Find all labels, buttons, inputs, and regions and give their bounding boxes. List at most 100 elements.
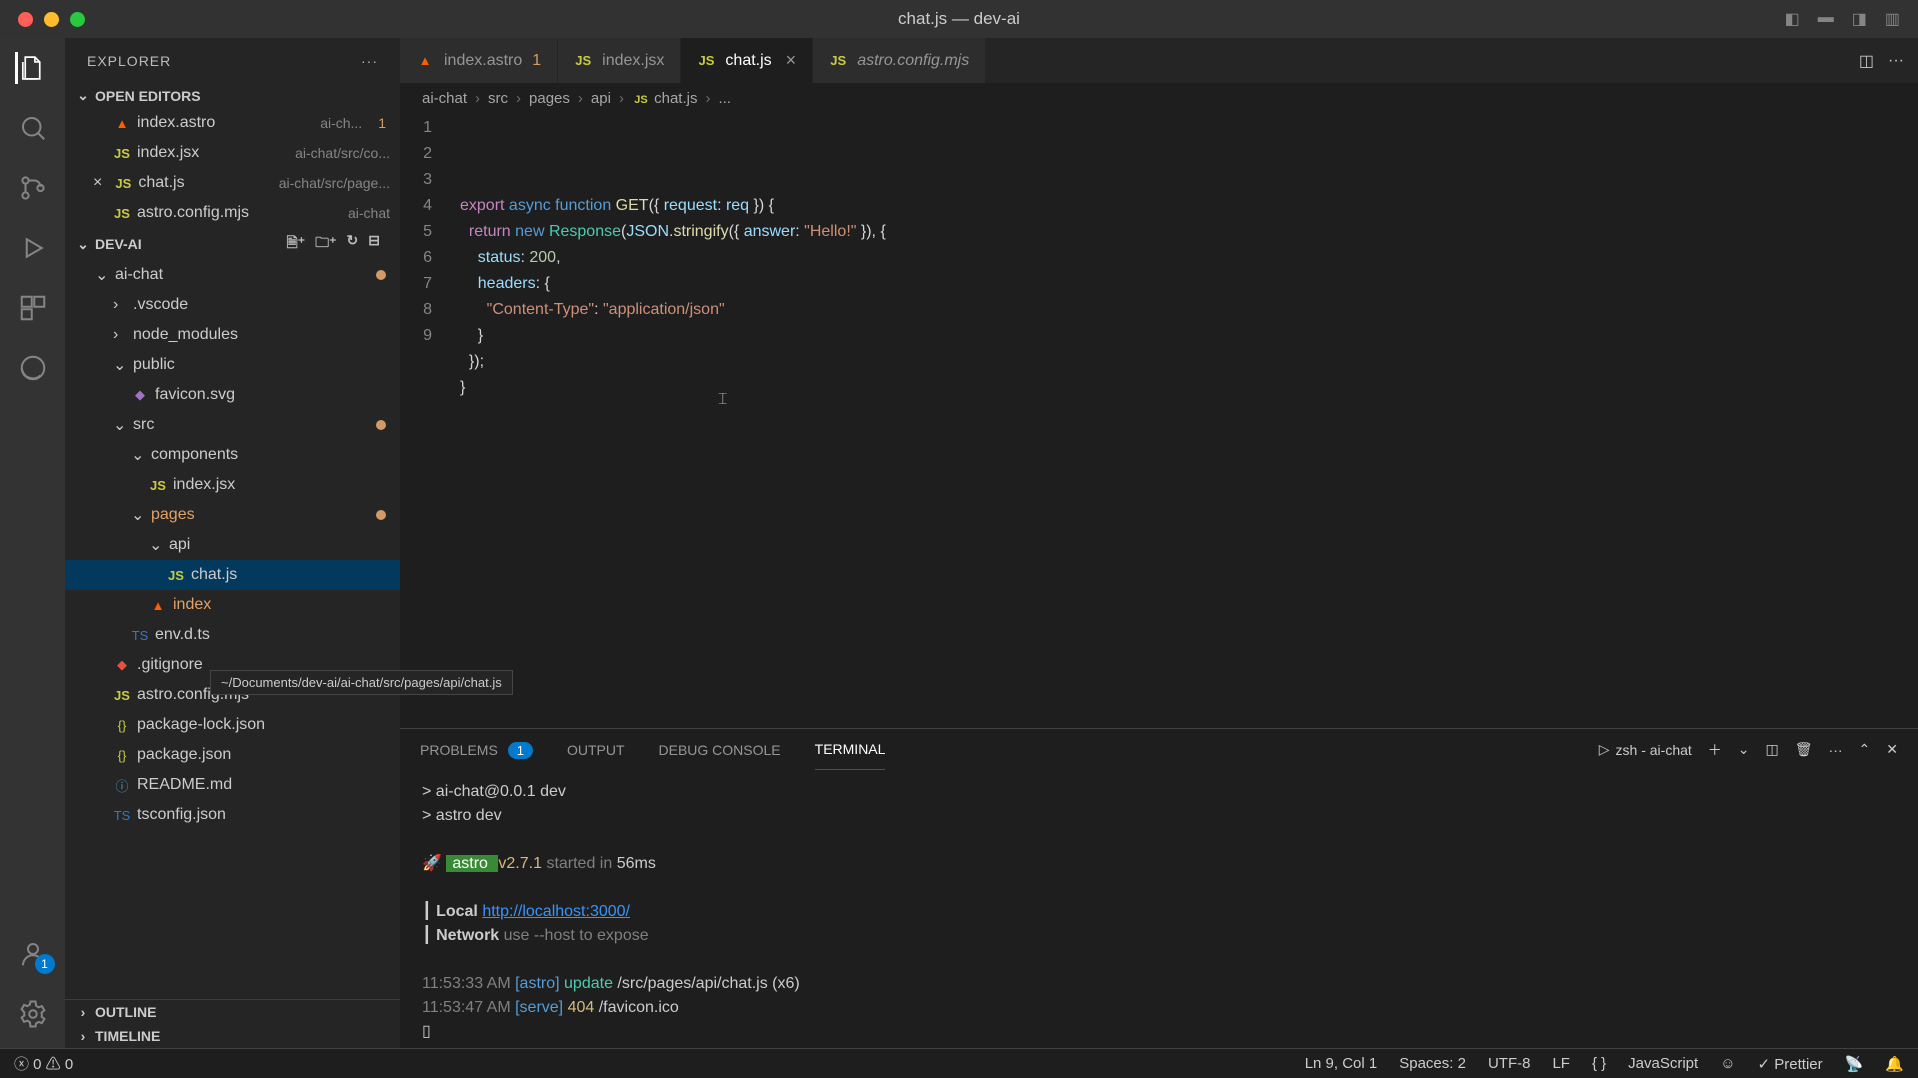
folder-item[interactable]: ⌄components bbox=[65, 440, 400, 470]
close-editor-icon[interactable]: × bbox=[93, 174, 102, 192]
new-folder-icon[interactable]: 🗀⁺ bbox=[315, 232, 336, 256]
folder-item[interactable]: ›node_modules bbox=[65, 320, 400, 350]
status-indent[interactable]: Spaces: 2 bbox=[1399, 1055, 1466, 1072]
code-content[interactable]: ⌶ export async function GET({ request: r… bbox=[460, 115, 1918, 728]
new-terminal-icon[interactable]: ＋ bbox=[1708, 740, 1722, 760]
extensions-icon[interactable] bbox=[17, 292, 49, 324]
breadcrumb-item[interactable]: ai-chat bbox=[422, 90, 467, 107]
breadcrumb-item[interactable]: ... bbox=[718, 90, 731, 107]
text-cursor-icon: ⌶ bbox=[718, 387, 728, 413]
search-view-icon[interactable] bbox=[17, 112, 49, 144]
code-line[interactable]: "Content-Type": "application/json" bbox=[460, 297, 1918, 323]
file-item[interactable]: TStsconfig.json bbox=[65, 800, 400, 830]
file-path: ai-chat/src/page... bbox=[279, 175, 390, 191]
open-editor-item[interactable]: ▲index.astroai-ch...1 bbox=[65, 108, 400, 138]
terminal-dropdown-icon[interactable]: ⌄ bbox=[1738, 741, 1750, 758]
close-panel-icon[interactable]: ✕ bbox=[1886, 741, 1898, 758]
file-item[interactable]: JSindex.jsx bbox=[65, 470, 400, 500]
breadcrumb[interactable]: ai-chat›src›pages›api›JS chat.js›... bbox=[400, 83, 1918, 113]
code-line[interactable]: status: 200, bbox=[460, 245, 1918, 271]
close-tab-icon[interactable]: × bbox=[786, 50, 797, 71]
code-line[interactable]: return new Response(JSON.stringify({ ans… bbox=[460, 219, 1918, 245]
close-window[interactable] bbox=[18, 12, 33, 27]
code-editor[interactable]: 123456789 ⌶ export async function GET({ … bbox=[400, 113, 1918, 728]
editor-tab[interactable]: ▲index.astro1 bbox=[400, 38, 558, 83]
terminal-picker[interactable]: ▷ zsh - ai-chat bbox=[1599, 741, 1692, 758]
collapse-icon[interactable]: ⊟ bbox=[368, 232, 380, 256]
item-name: README.md bbox=[137, 776, 400, 794]
toggle-secondary-side-icon[interactable]: ◨ bbox=[1852, 9, 1867, 29]
file-item[interactable]: ▲index bbox=[65, 590, 400, 620]
code-line[interactable]: export async function GET({ request: req… bbox=[460, 193, 1918, 219]
status-braces-icon[interactable]: { } bbox=[1592, 1055, 1606, 1072]
timeline-header[interactable]: › TIMELINE bbox=[65, 1024, 400, 1048]
edge-icon[interactable] bbox=[17, 352, 49, 384]
toggle-primary-side-icon[interactable]: ◧ bbox=[1785, 9, 1800, 29]
maximize-panel-icon[interactable]: ⌃ bbox=[1859, 741, 1871, 758]
breadcrumb-item[interactable]: api bbox=[591, 90, 611, 107]
file-item[interactable]: ⓘREADME.md bbox=[65, 770, 400, 800]
breadcrumb-item[interactable]: pages bbox=[529, 90, 570, 107]
new-file-icon[interactable]: 🗎⁺ bbox=[286, 232, 305, 256]
output-tab[interactable]: OUTPUT bbox=[567, 730, 625, 770]
status-cursor[interactable]: Ln 9, Col 1 bbox=[1305, 1055, 1378, 1072]
status-bell-icon[interactable]: 🔔 bbox=[1885, 1055, 1904, 1073]
breadcrumb-item[interactable]: src bbox=[488, 90, 508, 107]
folder-item[interactable]: ⌄src bbox=[65, 410, 400, 440]
sidebar-more-icon[interactable]: ··· bbox=[361, 53, 378, 69]
folder-item[interactable]: ›.vscode bbox=[65, 290, 400, 320]
more-actions-icon[interactable]: ··· bbox=[1888, 52, 1904, 70]
kill-terminal-icon[interactable]: 🗑 bbox=[1795, 741, 1813, 758]
open-editor-item[interactable]: JSindex.jsxai-chat/src/co... bbox=[65, 138, 400, 168]
status-copilot-icon[interactable]: ☺ bbox=[1720, 1055, 1735, 1072]
code-line[interactable]: } bbox=[460, 323, 1918, 349]
maximize-window[interactable] bbox=[70, 12, 85, 27]
minimize-window[interactable] bbox=[44, 12, 59, 27]
editor-tab[interactable]: JSastro.config.mjs bbox=[813, 38, 986, 83]
outline-header[interactable]: › OUTLINE bbox=[65, 1000, 400, 1024]
file-item[interactable]: TSenv.d.ts bbox=[65, 620, 400, 650]
open-editors-header[interactable]: ⌄ OPEN EDITORS bbox=[65, 83, 400, 108]
editor-tabs: ▲index.astro1JSindex.jsxJSchat.js×JSastr… bbox=[400, 38, 1918, 83]
panel-more-icon[interactable]: ··· bbox=[1829, 742, 1843, 758]
code-line[interactable]: } bbox=[460, 375, 1918, 401]
source-control-icon[interactable] bbox=[17, 172, 49, 204]
explorer-view-icon[interactable] bbox=[15, 52, 47, 84]
chevron-down-icon: ⌄ bbox=[75, 236, 91, 253]
file-item[interactable]: {}package.json bbox=[65, 740, 400, 770]
terminal-output[interactable]: > ai-chat@0.0.1 dev > astro dev 🚀 astro … bbox=[400, 770, 1918, 1048]
code-line[interactable]: }); bbox=[460, 349, 1918, 375]
open-editor-item[interactable]: ×JSchat.jsai-chat/src/page... bbox=[65, 168, 400, 198]
status-encoding[interactable]: UTF-8 bbox=[1488, 1055, 1531, 1072]
folder-item[interactable]: ⌄pages bbox=[65, 500, 400, 530]
term-line: > ai-chat@0.0.1 dev bbox=[422, 780, 1896, 804]
toggle-panel-icon[interactable]: ▬ bbox=[1818, 9, 1834, 29]
status-language[interactable]: JavaScript bbox=[1628, 1055, 1698, 1072]
breadcrumb-item[interactable]: JS chat.js bbox=[632, 90, 698, 107]
file-item[interactable]: ◆favicon.svg bbox=[65, 380, 400, 410]
file-item[interactable]: {}package-lock.json bbox=[65, 710, 400, 740]
split-terminal-icon[interactable]: ◫ bbox=[1766, 741, 1779, 758]
folder-item[interactable]: ⌄ai-chat bbox=[65, 260, 400, 290]
editor-tab[interactable]: JSchat.js× bbox=[681, 38, 813, 83]
status-eol[interactable]: LF bbox=[1552, 1055, 1570, 1072]
refresh-icon[interactable]: ↻ bbox=[347, 232, 359, 256]
status-errors[interactable]: ⓧ 0 ⚠ 0 bbox=[14, 1053, 73, 1074]
status-feedback-icon[interactable]: 📡 bbox=[1845, 1055, 1864, 1073]
status-prettier[interactable]: ✓ Prettier bbox=[1758, 1055, 1823, 1073]
customize-layout-icon[interactable]: ▥ bbox=[1885, 9, 1900, 29]
workspace-header[interactable]: ⌄ DEV-AI 🗎⁺ 🗀⁺ ↻ ⊟ bbox=[65, 228, 400, 260]
code-line[interactable]: headers: { bbox=[460, 271, 1918, 297]
folder-item[interactable]: ⌄public bbox=[65, 350, 400, 380]
file-item[interactable]: JSchat.js bbox=[65, 560, 400, 590]
terminal-tab[interactable]: TERMINAL bbox=[815, 729, 886, 770]
debug-console-tab[interactable]: DEBUG CONSOLE bbox=[659, 730, 781, 770]
split-editor-icon[interactable]: ◫ bbox=[1859, 51, 1874, 71]
open-editor-item[interactable]: JSastro.config.mjsai-chat bbox=[65, 198, 400, 228]
problems-tab[interactable]: PROBLEMS 1 bbox=[420, 730, 533, 770]
folder-item[interactable]: ⌄api bbox=[65, 530, 400, 560]
accounts-icon[interactable] bbox=[17, 938, 49, 970]
settings-gear-icon[interactable] bbox=[17, 998, 49, 1030]
run-debug-icon[interactable] bbox=[17, 232, 49, 264]
editor-tab[interactable]: JSindex.jsx bbox=[558, 38, 681, 83]
